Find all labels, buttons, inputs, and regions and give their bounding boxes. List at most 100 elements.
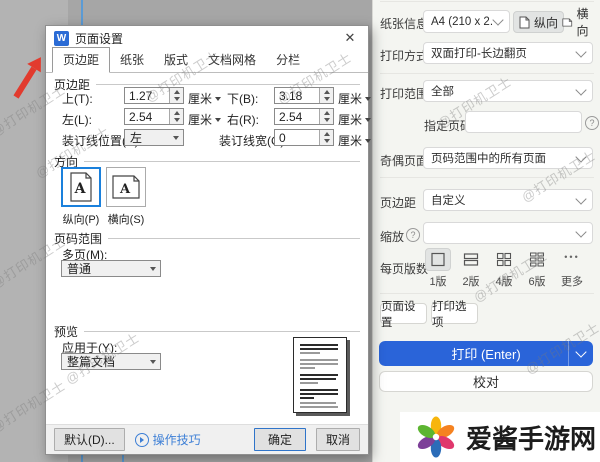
site-logo-text: 爱酱手游网 [466, 419, 596, 456]
unit-dropdown[interactable]: 厘米 [338, 90, 371, 107]
per-page-1-label: 1版 [423, 273, 453, 289]
multi-page-value: 普通 [62, 260, 145, 277]
print-button[interactable]: 打印 (Enter) [379, 341, 593, 366]
unit-label: 厘米 [188, 90, 212, 107]
spinner[interactable] [319, 109, 333, 124]
margin-right-value: 2.54 [275, 110, 319, 124]
margin-top-label: 上(T): [62, 90, 93, 107]
chevron-down-icon [575, 193, 586, 204]
odd-even-label: 奇偶页面 [380, 152, 428, 169]
odd-even-value: 页码范围中的所有页面 [431, 150, 546, 166]
margin-right-label: 右(R): [227, 111, 259, 128]
spinner[interactable] [169, 88, 183, 103]
print-range-label: 打印范围 [380, 85, 428, 102]
per-page-more-button[interactable]: 更多 [557, 273, 587, 289]
apply-to-select[interactable]: 整篇文档 [61, 353, 161, 370]
tab-columns[interactable]: 分栏 [266, 48, 310, 72]
landscape-tile-label: 横向(S) [98, 211, 154, 227]
margin-left-value: 2.54 [125, 110, 169, 124]
four-pages-icon [496, 252, 512, 267]
chevron-down-icon [575, 226, 586, 237]
default-button[interactable]: 默认(D)... [54, 428, 125, 451]
panel-margins-label: 页边距 [380, 194, 416, 211]
margin-left-input[interactable]: 2.54 [124, 108, 184, 125]
tab-document-grid[interactable]: 文档网格 [198, 48, 266, 72]
unit-dropdown[interactable]: 厘米 [338, 132, 371, 149]
print-method-label: 打印方式 [380, 47, 428, 64]
gutter-width-input[interactable]: 0 [274, 129, 334, 146]
chevron-down-icon [365, 139, 371, 143]
orientation-portrait-tile[interactable]: A [61, 167, 101, 207]
paper-size-value: A4 (210 x 2... [431, 16, 494, 28]
gutter-width-value: 0 [275, 131, 319, 145]
preview-legend: 预览 [54, 323, 78, 340]
tips-link[interactable]: 操作技巧 [135, 431, 201, 448]
unit-label: 厘米 [338, 90, 362, 107]
page-range-group-header: 页码范围 [54, 230, 360, 247]
tab-margins[interactable]: 页边距 [52, 47, 110, 73]
more-dots-icon: ••• [557, 252, 587, 262]
ok-button[interactable]: 确定 [254, 428, 306, 451]
spinner[interactable] [319, 88, 333, 103]
play-circle-icon [135, 433, 149, 447]
margin-top-input[interactable]: 1.27 [124, 87, 184, 104]
per-page-label: 每页版数 [380, 260, 428, 277]
unit-label: 厘米 [338, 132, 362, 149]
panel-margins-select[interactable]: 自定义 [423, 189, 593, 211]
screen: 纸张信息 A4 (210 x 2... 纵向 横向 打印方式 双面打印-长边翻页… [0, 0, 600, 462]
unit-dropdown[interactable]: 厘米 [188, 111, 221, 128]
divider [380, 177, 594, 178]
spinner[interactable] [319, 130, 333, 145]
site-logo: 爱酱手游网 [400, 412, 600, 462]
two-pages-icon [463, 252, 479, 267]
per-page-2-button[interactable] [458, 248, 484, 271]
chevron-down-icon [173, 136, 179, 140]
panel-margins-value: 自定义 [431, 192, 466, 208]
dialog-tabs: 页边距 纸张 版式 文档网格 分栏 [46, 50, 368, 73]
close-icon[interactable]: ✕ [340, 30, 360, 46]
help-icon[interactable]: ? [585, 116, 599, 130]
landscape-page-a-icon: A [111, 175, 141, 199]
per-page-1-button[interactable] [425, 248, 451, 271]
print-method-select[interactable]: 双面打印-长边翻页 [423, 42, 593, 64]
chevron-down-icon [575, 46, 586, 57]
odd-even-select[interactable]: 页码范围中的所有页面 [423, 147, 593, 169]
margin-left-label: 左(L): [62, 111, 92, 128]
orientation-landscape-tile[interactable]: A [106, 167, 146, 207]
per-page-6-button[interactable] [524, 248, 550, 271]
print-dropdown-button[interactable] [568, 341, 593, 366]
unit-dropdown[interactable]: 厘米 [188, 90, 221, 107]
landscape-label: 横向 [577, 5, 596, 39]
margin-bottom-value: 3.18 [275, 89, 319, 103]
paper-size-select[interactable]: A4 (210 x 2... [423, 10, 510, 33]
gutter-position-select[interactable]: 左 [124, 129, 184, 146]
landscape-button[interactable]: 横向 [557, 11, 600, 33]
chevron-down-icon [150, 360, 156, 364]
paper-info-label: 纸张信息 [380, 15, 428, 32]
margin-right-input[interactable]: 2.54 [274, 108, 334, 125]
zoom-help-icon[interactable]: ? [406, 228, 420, 242]
print-options-button[interactable]: 打印选项 [431, 303, 478, 324]
per-page-4-label: 4版 [489, 273, 519, 289]
print-range-select[interactable]: 全部 [423, 80, 593, 102]
dialog-title: 页面设置 [75, 30, 123, 47]
tab-layout[interactable]: 版式 [154, 48, 198, 72]
margin-bottom-input[interactable]: 3.18 [274, 87, 334, 104]
proofread-button[interactable]: 校对 [379, 371, 593, 392]
page-setup-button[interactable]: 页面设置 [380, 303, 427, 324]
page-range-legend: 页码范围 [54, 230, 102, 247]
per-page-4-button[interactable] [491, 248, 517, 271]
one-page-icon [430, 252, 446, 267]
cancel-button[interactable]: 取消 [316, 428, 360, 451]
tab-paper[interactable]: 纸张 [110, 48, 154, 72]
flower-logo-icon [412, 415, 460, 459]
preview-text-lines [294, 338, 346, 412]
svg-text:A: A [74, 181, 87, 197]
chevron-down-icon [492, 14, 503, 25]
specify-pages-input[interactable] [465, 111, 582, 133]
spinner[interactable] [169, 109, 183, 124]
multi-page-select[interactable]: 普通 [61, 260, 161, 277]
svg-text:A: A [119, 182, 131, 197]
unit-dropdown[interactable]: 厘米 [338, 111, 371, 128]
zoom-select[interactable] [423, 222, 593, 244]
